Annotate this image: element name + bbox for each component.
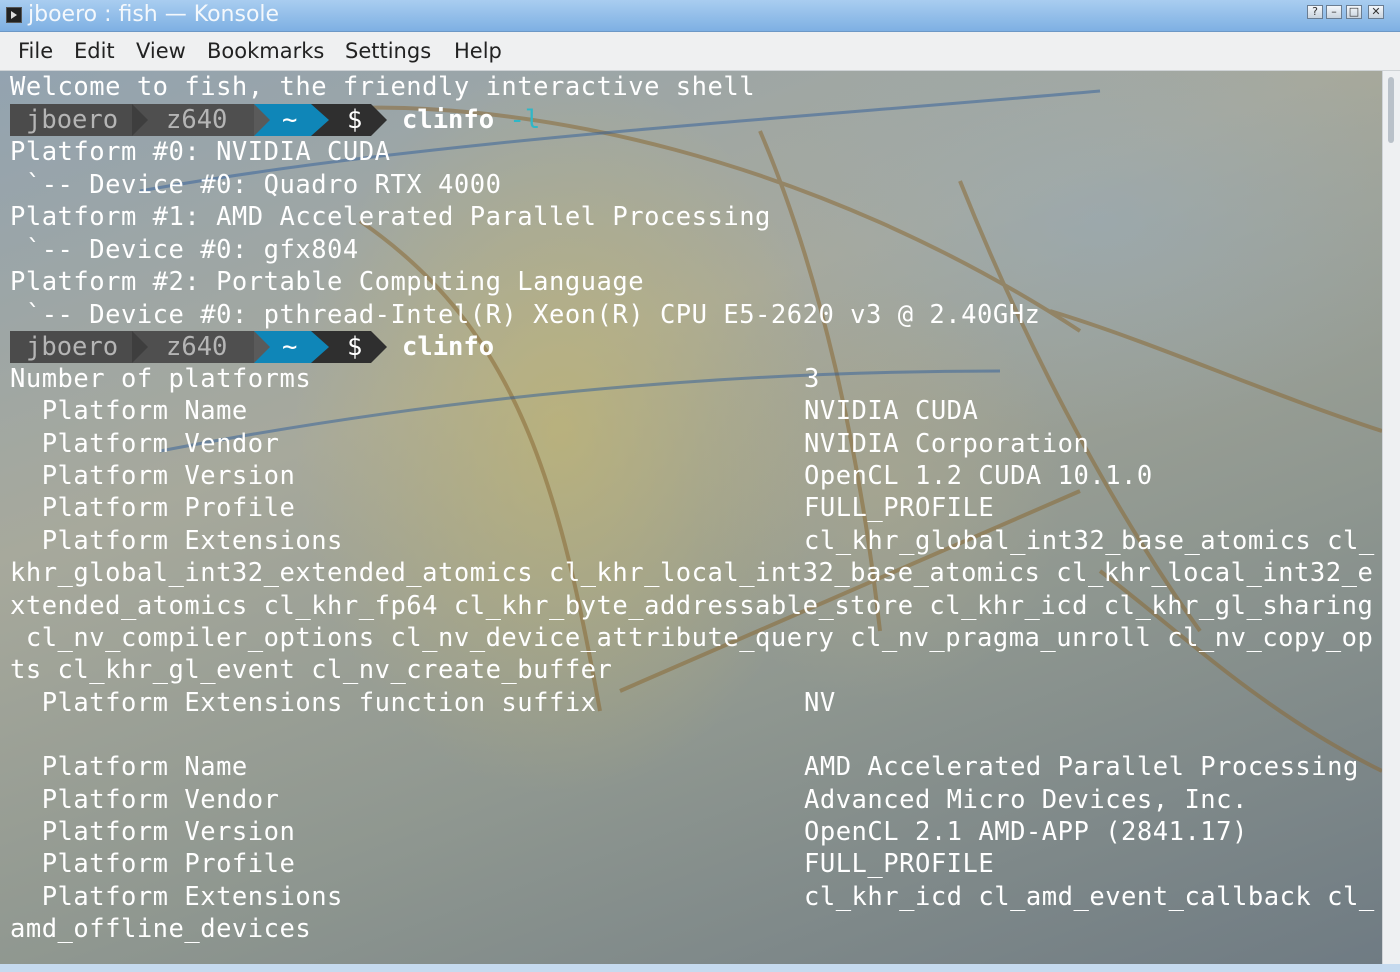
info-label: Platform Vendor <box>10 429 280 459</box>
menu-bar: File Edit View Bookmarks Settings Help <box>0 32 1400 71</box>
menu-settings[interactable]: Settings <box>345 37 431 65</box>
info-label: Platform Profile <box>10 493 296 523</box>
info-label: Platform Version <box>10 817 296 847</box>
menu-edit[interactable]: Edit <box>74 37 115 65</box>
close-button[interactable]: ✕ <box>1368 5 1384 19</box>
prompt-separator-icon <box>371 104 387 136</box>
info-row: Platform Vendor Advanced Micro Devices, I… <box>10 784 1248 816</box>
prompt-host: z640 <box>132 331 254 363</box>
help-button[interactable]: ? <box>1307 5 1323 19</box>
info-row: Platform Name NVIDIA CUDA <box>10 395 978 427</box>
command-line: clinfo <box>402 331 494 363</box>
command: clinfo <box>402 105 495 135</box>
scrollbar[interactable] <box>1382 71 1400 964</box>
info-row: Platform Name AMD Accelerated Parallel Pr… <box>10 751 1359 783</box>
welcome-line: Welcome to fish, the friendly interactiv… <box>10 72 756 102</box>
window-frame <box>0 964 1400 972</box>
info-label: Platform Extensions <box>10 526 343 556</box>
wrapped-line: cl_nv_compiler_options cl_nv_device_attr… <box>10 623 1374 653</box>
info-label: Platform Extensions function suffix <box>10 688 597 718</box>
info-value: FULL_PROFILE <box>804 493 995 523</box>
info-value: cl_khr_global_int32_base_atomics cl_ <box>804 526 1375 556</box>
prompt-user: jboero <box>10 104 132 136</box>
prompt-separator-icon <box>254 104 270 136</box>
menu-help[interactable]: Help <box>454 37 502 65</box>
prompt-separator-icon <box>132 331 148 363</box>
terminal-output[interactable]: Welcome to fish, the friendly interactiv… <box>0 71 1382 964</box>
maximize-icon: □ <box>1348 5 1360 18</box>
menu-file[interactable]: File <box>18 37 53 65</box>
terminal-icon[interactable] <box>6 7 22 23</box>
wrapped-line: xtended_atomics cl_khr_fp64 cl_khr_byte_… <box>10 591 1374 621</box>
wrapped-line: khr_global_int32_extended_atomics cl_khr… <box>10 558 1374 588</box>
prompt-separator-icon <box>371 331 387 363</box>
scrollbar-thumb[interactable] <box>1388 77 1394 143</box>
close-icon: ✕ <box>1371 5 1381 18</box>
minimize-button[interactable]: – <box>1326 5 1342 19</box>
prompt-separator-icon <box>132 104 148 136</box>
list-line: Platform #0: NVIDIA CUDA <box>10 137 391 167</box>
wrapped-line: ts cl_khr_gl_event cl_nv_create_buffer <box>10 655 613 685</box>
info-label: Platform Vendor <box>10 785 280 815</box>
info-label: Platform Profile <box>10 849 296 879</box>
info-row: Platform Version OpenCL 2.1 AMD-APP (2841… <box>10 816 1248 848</box>
list-line: `-- Device #0: gfx804 <box>10 235 359 265</box>
info-value: NV <box>804 688 836 718</box>
info-row: Platform Extensions cl_khr_icd cl_amd_eve… <box>10 881 1374 913</box>
prompt-separator-icon <box>254 331 270 363</box>
konsole-window: jboero : fish — Konsole ? – □ ✕ File Edi… <box>0 0 1400 972</box>
info-value: OpenCL 2.1 AMD-APP (2841.17) <box>804 817 1248 847</box>
info-value: OpenCL 1.2 CUDA 10.1.0 <box>804 461 1153 491</box>
wrapped-line: amd_offline_devices <box>10 914 312 944</box>
prompt-user: jboero <box>10 331 132 363</box>
info-value: AMD Accelerated Parallel Processing <box>804 752 1359 782</box>
title-bar[interactable]: jboero : fish — Konsole ? – □ ✕ <box>0 0 1400 32</box>
command-arg: -l <box>509 105 541 135</box>
info-value: Advanced Micro Devices, Inc. <box>804 785 1248 815</box>
list-line: Platform #2: Portable Computing Language <box>10 267 645 297</box>
list-line: Platform #1: AMD Accelerated Parallel Pr… <box>10 202 771 232</box>
info-label: Platform Extensions <box>10 882 343 912</box>
command: clinfo <box>402 332 495 362</box>
info-value: FULL_PROFILE <box>804 849 995 879</box>
window-title: jboero : fish — Konsole <box>28 2 280 27</box>
info-value: 3 <box>804 364 820 394</box>
menu-view[interactable]: View <box>136 37 186 65</box>
info-value: NVIDIA CUDA <box>804 396 979 426</box>
info-value: cl_khr_icd cl_amd_event_callback cl_ <box>804 882 1375 912</box>
prompt-separator-icon <box>311 104 329 136</box>
command-line: clinfo -l <box>402 104 540 136</box>
info-row: Number of platforms 3 <box>10 363 819 395</box>
list-line: `-- Device #0: pthread-Intel(R) Xeon(R) … <box>10 300 1041 330</box>
info-value: NVIDIA Corporation <box>804 429 1090 459</box>
info-label: Platform Name <box>10 396 248 426</box>
prompt-host: z640 <box>132 104 254 136</box>
prompt-separator-icon <box>311 331 329 363</box>
info-label: Platform Version <box>10 461 296 491</box>
maximize-button[interactable]: □ <box>1346 5 1362 19</box>
menu-bookmarks[interactable]: Bookmarks <box>207 37 324 65</box>
minimize-icon: – <box>1331 5 1337 18</box>
list-line: `-- Device #0: Quadro RTX 4000 <box>10 170 502 200</box>
info-label: Number of platforms <box>10 364 312 394</box>
info-row: Platform Extensions cl_khr_global_int32_b… <box>10 525 1374 557</box>
info-row: Platform Vendor NVIDIA Corporation <box>10 428 1089 460</box>
help-icon: ? <box>1312 5 1318 18</box>
info-label: Platform Name <box>10 752 248 782</box>
info-row: Platform Extensions function suffix NV <box>10 687 836 719</box>
info-row: Platform Profile FULL_PROFILE <box>10 492 994 524</box>
info-row: Platform Version OpenCL 1.2 CUDA 10.1.0 <box>10 460 1153 492</box>
info-row: Platform Profile FULL_PROFILE <box>10 848 994 880</box>
